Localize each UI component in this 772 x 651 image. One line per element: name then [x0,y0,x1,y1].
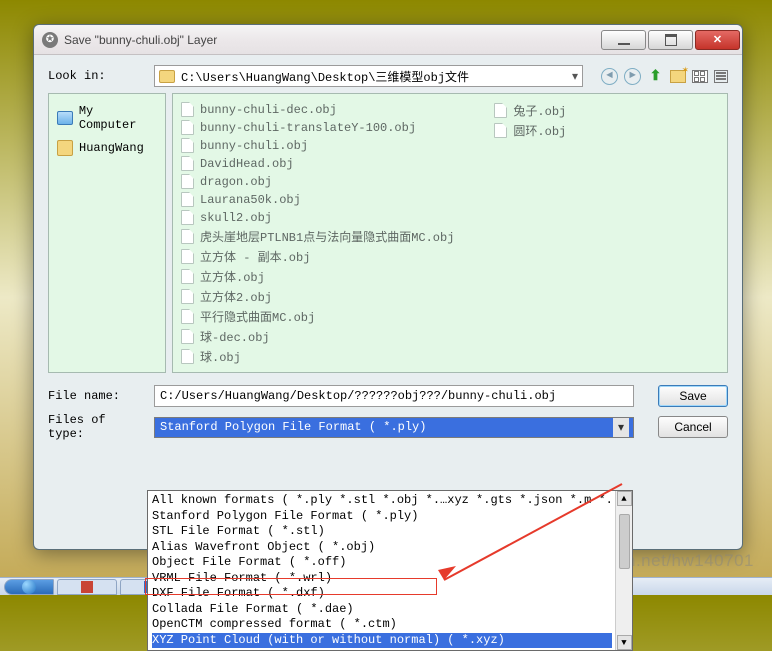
file-item[interactable]: 球-dec.obj [181,328,454,345]
lookin-path: C:\Users\HuangWang\Desktop\三维模型obj文件 [181,68,469,85]
file-name: bunny-chuli-dec.obj [200,103,337,117]
file-name: bunny-chuli-translateY-100.obj [200,121,416,135]
file-item[interactable]: 立方体.obj [181,268,454,285]
annotation-arrow [432,480,632,590]
file-item[interactable]: bunny-chuli-translateY-100.obj [181,120,454,135]
file-icon [494,123,507,138]
dropdown-option[interactable]: XYZ Point Cloud (with or without normal)… [152,633,612,649]
file-name: 平行隐式曲面MC.obj [200,308,315,325]
file-name: skull2.obj [200,211,272,225]
sidebar-item-label: HuangWang [79,141,144,155]
sidebar-item-my-computer[interactable]: My Computer [55,100,159,136]
file-name: bunny-chuli.obj [200,139,308,153]
folder-icon [159,70,175,83]
filetype-selected: Stanford Polygon File Format ( *.ply) [160,420,426,434]
file-icon [181,210,194,225]
file-icon [181,349,194,364]
maximize-button[interactable] [648,30,693,50]
file-icon [181,289,194,304]
icon-view-button[interactable] [692,70,708,83]
file-item[interactable]: 兔子.obj [494,102,566,119]
annotation-highlight-box [145,578,437,595]
file-name: 立方体2.obj [200,288,272,305]
file-icon [181,156,194,171]
file-name: DavidHead.obj [200,157,294,171]
file-icon [181,174,194,189]
save-button[interactable]: Save [658,385,728,407]
file-name: 球-dec.obj [200,328,270,345]
window-title: Save "bunny-chuli.obj" Layer [64,33,601,47]
file-name: 球.obj [200,348,241,365]
file-item[interactable]: bunny-chuli-dec.obj [181,102,454,117]
filetype-label: Files of type: [48,413,146,441]
places-sidebar: My Computer HuangWang [48,93,166,373]
file-icon [181,229,194,244]
sidebar-item-user[interactable]: HuangWang [55,136,159,160]
file-item[interactable]: 立方体 - 副本.obj [181,248,454,265]
file-item[interactable]: dragon.obj [181,174,454,189]
file-name: Laurana50k.obj [200,193,301,207]
file-icon [181,249,194,264]
file-item[interactable]: bunny-chuli.obj [181,138,454,153]
file-icon [181,102,194,117]
back-button[interactable]: ◄ [601,68,618,85]
lookin-label: Look in: [48,69,146,83]
file-item[interactable]: 球.obj [181,348,454,365]
titlebar[interactable]: ✪ Save "bunny-chuli.obj" Layer [34,25,742,55]
user-folder-icon [57,140,73,156]
file-name: 立方体.obj [200,268,265,285]
app-icon [81,581,93,593]
file-name: 虎头崖地层PTLNB1点与法向量隐式曲面MC.obj [200,228,454,245]
filetype-combobox[interactable]: Stanford Polygon File Format ( *.ply) [154,417,634,438]
app-icon: ✪ [42,32,58,48]
computer-icon [57,111,73,125]
file-icon [181,192,194,207]
close-button[interactable] [695,30,740,50]
file-item[interactable]: 立方体2.obj [181,288,454,305]
dropdown-option[interactable]: Collada File Format ( *.dae) [152,602,612,618]
file-name: 立方体 - 副本.obj [200,248,310,265]
taskbar-item[interactable] [57,579,117,595]
file-item[interactable]: skull2.obj [181,210,454,225]
new-folder-button[interactable] [670,70,686,83]
save-dialog: ✪ Save "bunny-chuli.obj" Layer Look in: … [33,24,743,550]
minimize-button[interactable] [601,30,646,50]
start-button[interactable] [4,579,54,595]
dropdown-option[interactable]: OpenCTM compressed format ( *.ctm) [152,617,612,633]
list-view-button[interactable] [714,70,728,83]
file-item[interactable]: Laurana50k.obj [181,192,454,207]
file-name: dragon.obj [200,175,272,189]
file-icon [181,309,194,324]
file-item[interactable]: 平行隐式曲面MC.obj [181,308,454,325]
windows-icon [22,580,36,594]
file-item[interactable]: DavidHead.obj [181,156,454,171]
file-icon [181,138,194,153]
file-icon [494,103,507,118]
file-item[interactable]: 虎头崖地层PTLNB1点与法向量隐式曲面MC.obj [181,228,454,245]
file-name: 圆环.obj [513,122,566,139]
scroll-down-button[interactable]: ▼ [617,635,632,650]
sidebar-item-label: My Computer [79,104,157,132]
lookin-combobox[interactable]: C:\Users\HuangWang\Desktop\三维模型obj文件 [154,65,583,87]
filename-input[interactable] [154,385,634,407]
up-button[interactable]: ⬆ [647,68,664,85]
forward-button[interactable]: ► [624,68,641,85]
file-icon [181,329,194,344]
file-name: 兔子.obj [513,102,566,119]
filename-label: File name: [48,389,146,403]
file-item[interactable]: 圆环.obj [494,122,566,139]
cancel-button[interactable]: Cancel [658,416,728,438]
file-icon [181,269,194,284]
file-list[interactable]: bunny-chuli-dec.obj bunny-chuli-translate… [172,93,728,373]
file-icon [181,120,194,135]
